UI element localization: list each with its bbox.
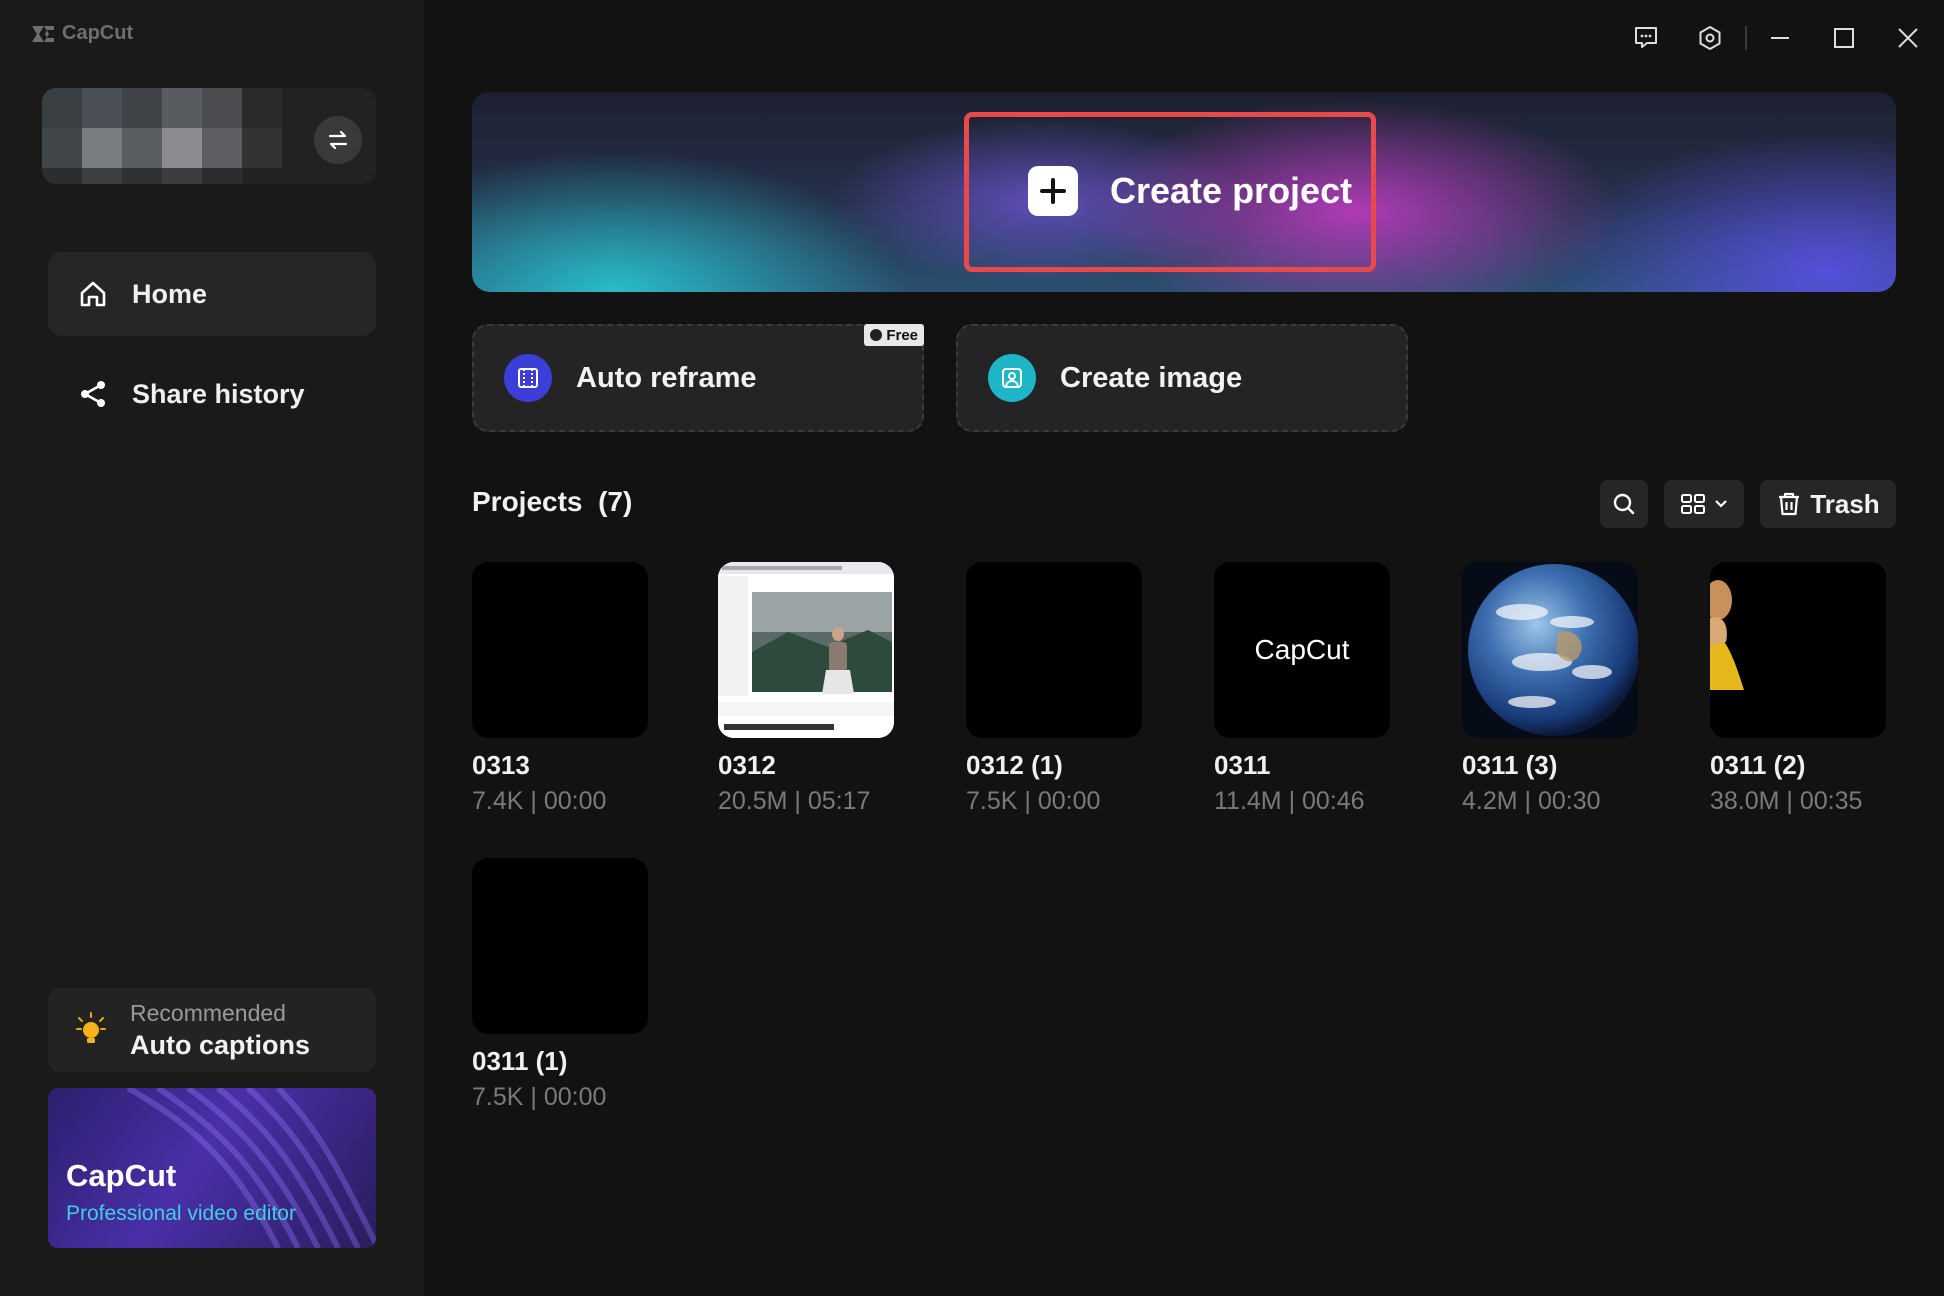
earth-thumbnail [1462,562,1638,738]
switch-account-button[interactable] [314,116,362,164]
project-thumbnail[interactable]: CapCut [1214,562,1390,738]
editor-screenshot-thumbnail [718,562,894,738]
project-meta: 7.5K | 00:00 [966,787,1101,815]
sidebar-item-label: Home [132,278,208,309]
project-name: 0312 [718,750,776,780]
promo-subtitle: Professional video editor [66,1202,296,1225]
tool-label: Auto reframe [576,361,757,394]
sidebar-item-share-history[interactable]: Share history [48,352,376,436]
sidebar: CapCut Home Share history Recommended Au… [0,0,424,1296]
project-thumbnail[interactable] [718,562,894,738]
project-card[interactable]: 0312 20.5M | 05:17 [718,562,898,816]
project-meta: 38.0M | 00:35 [1710,787,1863,815]
person-thumbnail [1710,562,1886,738]
project-thumbnail[interactable] [966,562,1142,738]
project-meta: 20.5M | 05:17 [718,787,871,815]
maximize-icon [1834,28,1854,48]
sidebar-item-label: Share history [132,378,305,409]
project-meta: 11.4M | 00:46 [1214,787,1365,815]
sidebar-item-home[interactable]: Home [48,252,376,336]
project-name: 0313 [472,750,530,780]
grid-view-icon [1681,494,1705,514]
project-name: 0311 (1) [472,1046,568,1076]
project-name: 0312 (1) [966,750,1063,780]
maximize-button[interactable] [1824,18,1864,58]
recommended-auto-captions[interactable]: Recommended Auto captions [48,988,376,1072]
project-card[interactable]: 0312 (1) 7.5K | 00:00 [966,562,1146,816]
projects-title: Projects [472,486,583,517]
project-meta: 7.4K | 00:00 [472,787,607,815]
create-project-button[interactable]: Create project [1028,166,1352,216]
free-badge-label: Free [886,326,918,344]
project-thumbnail[interactable] [472,858,648,1034]
capcut-logo-icon [32,25,54,42]
settings-hexagon-icon [1699,25,1721,51]
promo-title: CapCut [66,1158,177,1193]
project-thumbnail[interactable] [1710,562,1886,738]
share-icon [81,381,105,407]
project-card[interactable]: 0311 (1) 7.5K | 00:00 [472,858,652,1112]
swap-arrows-icon [328,130,348,150]
trash-icon [1779,492,1800,516]
project-card[interactable]: 0311 (3) 4.2M | 00:30 [1462,562,1642,816]
project-card[interactable]: 0313 7.4K | 00:00 [472,562,652,816]
project-card[interactable]: CapCut 0311 11.4M | 00:46 [1214,562,1394,816]
view-mode-dropdown[interactable] [1664,480,1744,528]
toolbar-divider [1745,26,1747,50]
chevron-down-icon [1715,500,1727,508]
project-name: 0311 (2) [1710,750,1806,780]
project-thumbnail[interactable] [1462,562,1638,738]
minimize-icon [1771,37,1789,39]
home-icon [80,281,106,307]
tool-label: Create image [1060,361,1243,394]
image-icon [988,354,1036,402]
plus-icon [1028,166,1078,216]
reframe-icon [504,354,552,402]
create-image-button[interactable]: Create image [956,324,1408,432]
free-badge: Free [864,324,924,346]
settings-button[interactable] [1690,18,1730,58]
project-thumbnail[interactable] [472,562,648,738]
minimize-button[interactable] [1760,18,1800,58]
projects-heading: Projects (7) [472,486,632,518]
project-name: 0311 (3) [1462,750,1558,780]
close-icon [1898,28,1918,48]
logo-text: CapCut [62,22,134,44]
recommend-title: Auto captions [130,1030,310,1060]
project-meta: 7.5K | 00:00 [472,1083,607,1111]
auto-reframe-button[interactable]: Auto reframe Free [472,324,924,432]
project-card[interactable]: 0311 (2) 38.0M | 00:35 [1710,562,1890,816]
badge-dot-icon [870,329,883,341]
create-project-label: Create project [1110,170,1353,211]
lightbulb-icon [76,1012,106,1043]
app-logo: CapCut [30,22,133,45]
close-button[interactable] [1888,18,1928,58]
feedback-icon [1635,27,1657,48]
trash-label: Trash [1810,488,1880,519]
feedback-button[interactable] [1626,18,1666,58]
avatar [42,88,282,184]
projects-count: (7) [598,486,633,517]
search-button[interactable] [1600,480,1648,528]
trash-button[interactable]: Trash [1760,480,1896,528]
recommend-caption: Recommended [130,1000,286,1026]
search-icon [1613,493,1635,515]
promo-banner[interactable]: CapCut Professional video editor [48,1088,376,1248]
thumbnail-text: CapCut [1254,634,1350,665]
project-meta: 4.2M | 00:30 [1462,787,1601,815]
project-name: 0311 [1214,750,1271,780]
account-panel[interactable] [42,88,376,184]
